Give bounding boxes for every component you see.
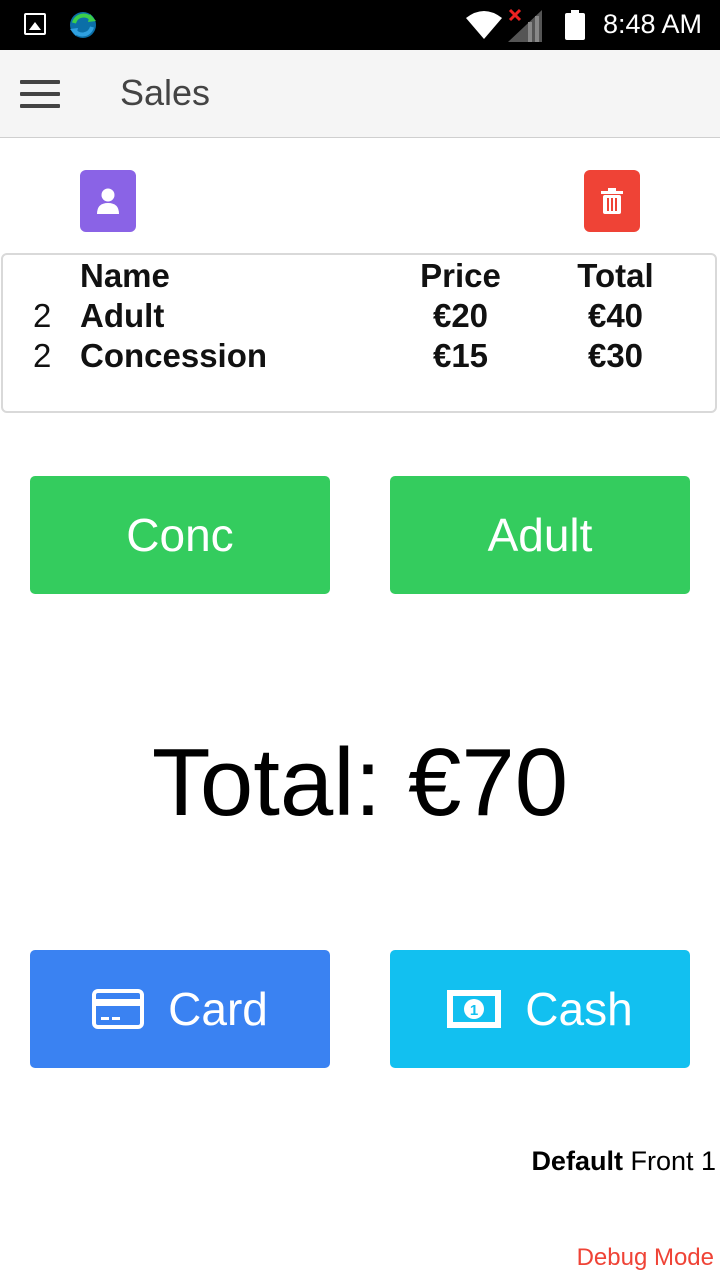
customer-button[interactable] [80,170,136,232]
clock: 8:48 AM [602,9,702,39]
status-bar: 8:48 AM [0,0,720,50]
row-name: Adult [80,297,165,334]
row-total: €30 [587,337,644,374]
wifi-icon [466,11,502,39]
cash-label: Cash [525,983,633,1035]
order-total: Total: €70 [151,729,569,836]
signal-no-service-icon [508,8,542,42]
credit-card-icon [92,989,145,1029]
card-label: Card [168,983,268,1035]
cash-payment-button[interactable]: 1 Cash [390,950,690,1068]
app-bar: Sales [0,50,720,138]
location-label: Default Front 1 [531,1146,716,1176]
header-total: Total [577,257,654,294]
banknote-icon: 1 [447,990,502,1028]
page-title: Sales [120,72,211,113]
row-name: Concession [80,337,268,374]
clear-order-button[interactable] [584,170,640,232]
table-row[interactable]: 2 Adult €20 €40 [3,297,715,337]
row-total: €40 [587,297,644,334]
conc-button[interactable]: Conc [30,476,330,594]
order-table: Name Price Total 2 Adult €20 €40 2 Conce… [1,253,717,413]
table-header: Name Price Total [3,257,715,297]
table-row[interactable]: 2 Concession €15 €30 [3,337,715,377]
row-price: €20 [432,297,489,334]
hamburger-menu-icon[interactable] [20,80,60,108]
gallery-icon [24,13,46,35]
row-qty: 2 [33,297,52,334]
adult-button[interactable]: Adult [390,476,690,594]
sync-icon [70,12,96,38]
header-price: Price [420,257,501,294]
row-price: €15 [432,337,489,374]
battery-icon [565,10,585,40]
row-qty: 2 [33,337,52,374]
debug-mode-link[interactable]: Debug Mode [577,1244,714,1272]
header-name: Name [80,257,170,294]
trash-icon [601,188,623,214]
svg-text:1: 1 [470,1002,478,1019]
card-payment-button[interactable]: Card [30,950,330,1068]
user-icon [97,188,119,214]
